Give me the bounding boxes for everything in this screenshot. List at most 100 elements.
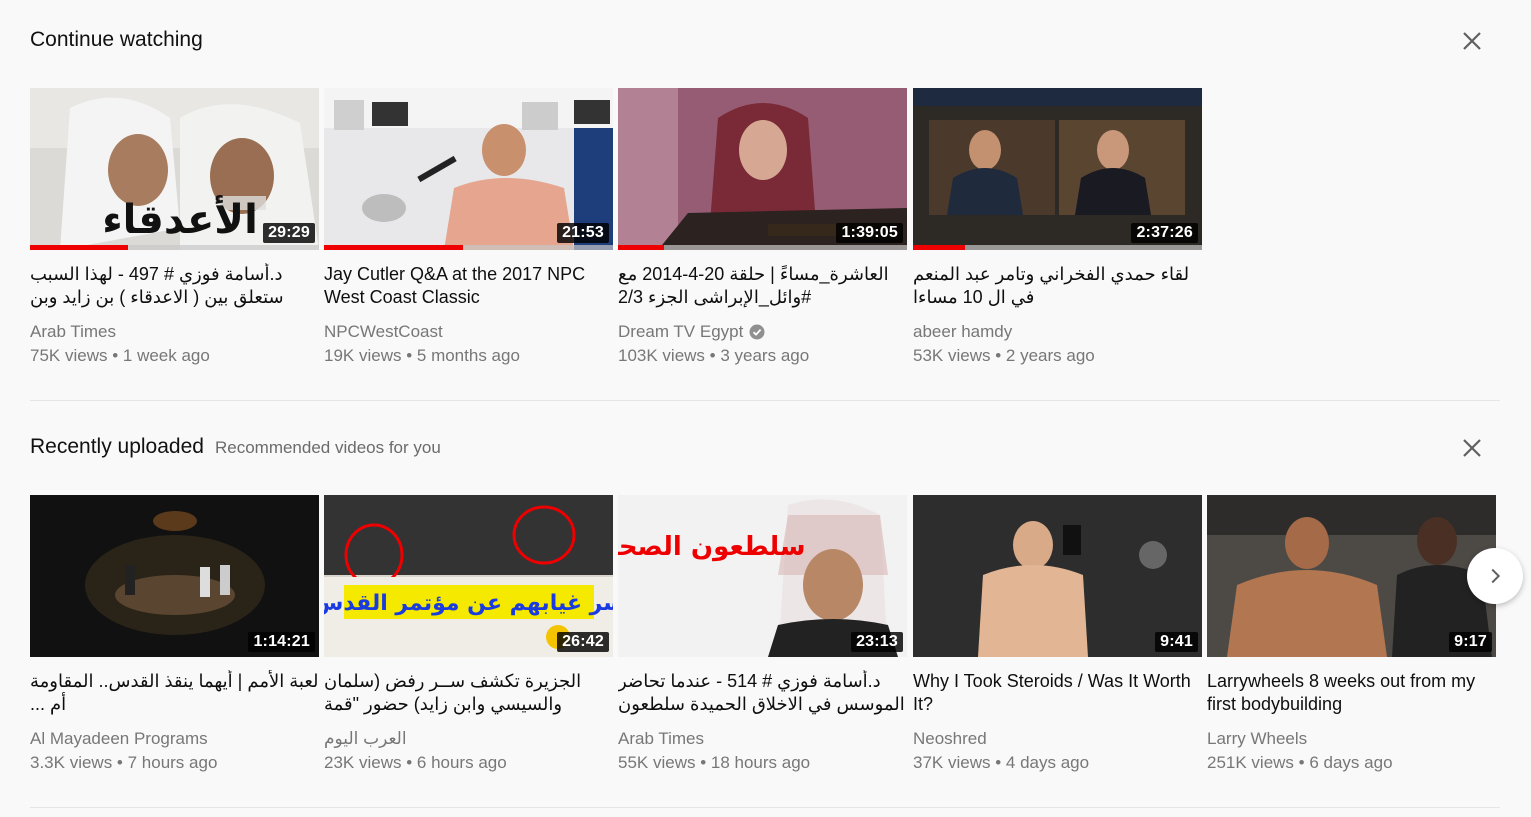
video-duration: 21:53 [557,223,609,243]
upload-age: 4 days ago [1005,753,1090,772]
watch-progress-fill [30,245,129,250]
video-duration: 26:42 [557,632,609,652]
shelf-next-button[interactable] [1467,548,1523,604]
video-thumbnail[interactable]: سر غيابهم عن مؤتمر القدس 26:42 [324,495,613,657]
view-count: 103K views [618,346,705,365]
channel-row: NPCWestCoast [324,320,613,344]
shelf-title-row: Continue watching [30,28,203,52]
channel-name[interactable]: abeer hamdy [913,320,1012,344]
video-title[interactable]: Larrywheels 8 weeks out from my first bo… [1207,670,1496,716]
thumbnail-overlay-text: سر غيابهم عن مؤتمر القدس [324,591,613,616]
video-duration: 2:37:26 [1131,223,1198,243]
channel-row: Arab Times [30,320,319,344]
channel-name[interactable]: العرب اليوم [324,727,407,751]
recently-uploaded-shelf: Recently uploaded Recommended videos for… [30,401,1500,808]
channel-name[interactable]: NPCWestCoast [324,320,443,344]
thumbnail-overlay-text: الأعدقاء [102,194,258,243]
shelf-divider [30,807,1500,808]
video-card[interactable]: سر غيابهم عن مؤتمر القدس 26:42 الجزيرة ت… [324,495,613,775]
video-meta: 55K views • 18 hours ago [618,753,811,772]
video-thumbnail[interactable]: 9:41 [913,495,1202,657]
thumbnail-overlay-text: سلطعون الصحراء [618,532,806,562]
video-duration: 9:17 [1449,632,1492,652]
view-count: 19K views [324,346,402,365]
watch-progress-bar [324,245,613,250]
video-meta: 23K views • 6 hours ago [324,753,507,772]
video-title[interactable]: Why I Took Steroids / Was It Worth It? [913,670,1202,716]
video-card[interactable]: 2:37:26 لقاء حمدي الفخراني وتامر عبد الم… [913,88,1202,368]
video-thumbnail[interactable]: 1:14:21 [30,495,319,657]
channel-name[interactable]: Larry Wheels [1207,727,1307,751]
channel-name[interactable]: Arab Times [30,320,116,344]
video-card[interactable]: 9:41 Why I Took Steroids / Was It Worth … [913,495,1202,775]
video-title[interactable]: الجزيرة تكشف ســر رفض (سلمان والسيسي واب… [324,670,613,716]
video-meta: 251K views • 6 days ago [1207,753,1393,772]
channel-name[interactable]: Neoshred [913,727,987,751]
shelf-title[interactable]: Recently uploaded [30,435,204,459]
channel-row: abeer hamdy [913,320,1202,344]
watch-progress-bar [30,245,319,250]
video-thumbnail[interactable]: 2:37:26 [913,88,1202,250]
video-thumbnail[interactable]: الأعدقاء 29:29 [30,88,319,250]
video-card[interactable]: 21:53 Jay Cutler Q&A at the 2017 NPC Wes… [324,88,613,368]
video-thumbnail[interactable]: سلطعون الصحراء 23:13 [618,495,907,657]
channel-row: Neoshred [913,727,1202,751]
watch-progress-fill [913,245,966,250]
upload-age: 6 hours ago [416,753,507,772]
close-icon [1463,32,1481,50]
channel-name[interactable]: Dream TV Egypt [618,320,743,344]
video-title[interactable]: لقاء حمدي الفخراني وتامر عبد المنعم في ا… [913,263,1202,309]
channel-name[interactable]: Al Mayadeen Programs [30,727,208,751]
video-duration: 29:29 [263,223,315,243]
video-duration: 1:39:05 [836,223,903,243]
video-title[interactable]: د.أسامة فوزي # 514 - عندما تحاضر الموسس … [618,670,907,716]
upload-age: 7 hours ago [127,753,218,772]
channel-row: Dream TV Egypt [618,320,907,344]
dismiss-shelf-button[interactable] [1460,436,1484,460]
channel-row: Arab Times [618,727,907,751]
video-meta: 75K views • 1 week ago [30,346,210,365]
video-meta: 37K views • 4 days ago [913,753,1090,772]
shelf-title-row: Recently uploaded Recommended videos for… [30,435,441,459]
continue-watching-shelf: Continue watching الأعدقاء 29:29 د.أسامة… [30,0,1500,400]
upload-age: 18 hours ago [710,753,811,772]
video-meta: 19K views • 5 months ago [324,346,520,365]
view-count: 37K views [913,753,991,772]
chevron-right-icon [1491,568,1501,584]
video-thumbnail[interactable]: 9:17 [1207,495,1496,657]
watch-progress-fill [618,245,665,250]
video-thumbnail[interactable]: 21:53 [324,88,613,250]
dismiss-shelf-button[interactable] [1460,29,1484,53]
upload-age: 1 week ago [122,346,210,365]
video-duration: 1:14:21 [248,632,315,652]
close-icon [1463,439,1481,457]
view-count: 251K views [1207,753,1294,772]
video-card[interactable]: 1:14:21 لعبة الأمم | أيهما ينقذ القدس.. … [30,495,319,775]
view-count: 75K views [30,346,108,365]
view-count: 3.3K views [30,753,113,772]
video-card[interactable]: 9:17 Larrywheels 8 weeks out from my fir… [1207,495,1496,775]
video-title[interactable]: العاشرة_مساءً | حلقة 20-4-2014 مع #وائل_… [618,263,907,309]
video-title[interactable]: لعبة الأمم | أيهما ينقذ القدس.. المقاومة… [30,670,319,716]
video-duration: 9:41 [1155,632,1198,652]
view-count: 23K views [324,753,402,772]
video-card[interactable]: 1:39:05 العاشرة_مساءً | حلقة 20-4-2014 م… [618,88,907,368]
video-title[interactable]: د.أسامة فوزي # 497 - لهذا السبب ستعلق بي… [30,263,319,309]
view-count: 53K views [913,346,991,365]
video-meta: 103K views • 3 years ago [618,346,810,365]
channel-row: Larry Wheels [1207,727,1496,751]
video-card[interactable]: الأعدقاء 29:29 د.أسامة فوزي # 497 - لهذا… [30,88,319,368]
video-meta: 3.3K views • 7 hours ago [30,753,218,772]
video-thumbnail[interactable]: 1:39:05 [618,88,907,250]
shelf-title[interactable]: Continue watching [30,28,203,52]
upload-age: 6 days ago [1309,753,1393,772]
shelf-subtitle: Recommended videos for you [214,438,441,457]
watch-progress-bar [618,245,907,250]
channel-name[interactable]: Arab Times [618,727,704,751]
upload-age: 3 years ago [720,346,810,365]
channel-row: العرب اليوم [324,727,613,751]
watch-progress-bar [913,245,1202,250]
video-card[interactable]: سلطعون الصحراء 23:13 د.أسامة فوزي # 514 … [618,495,907,775]
video-title[interactable]: Jay Cutler Q&A at the 2017 NPC West Coas… [324,263,613,309]
verified-check-icon [749,324,765,340]
